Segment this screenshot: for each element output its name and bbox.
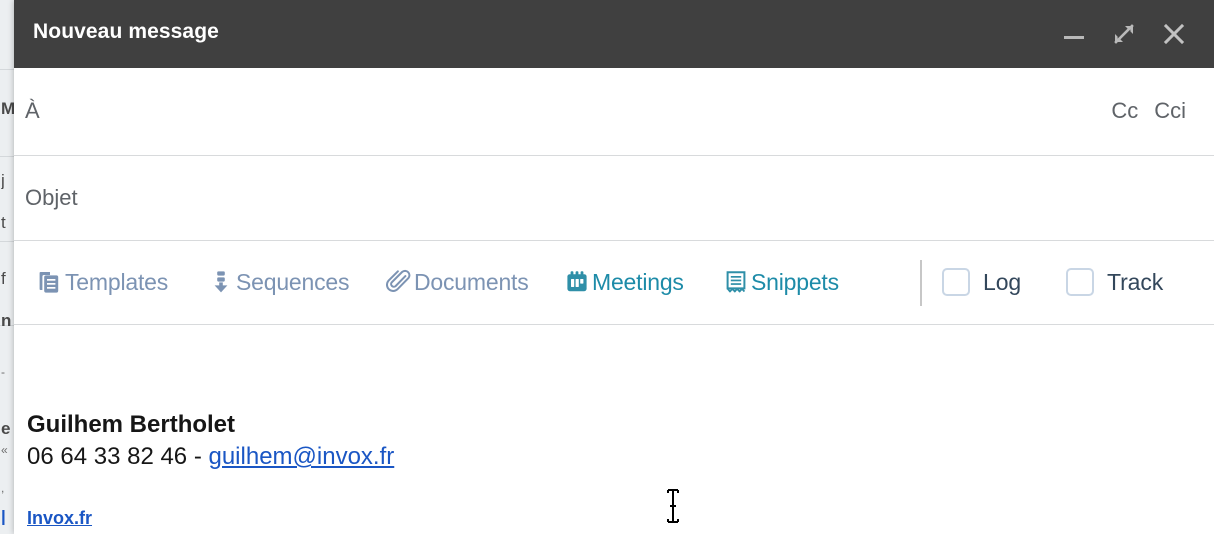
bg-glyph: , bbox=[1, 482, 5, 494]
recipient-row[interactable]: À Cc Cci bbox=[14, 68, 1214, 156]
signature-email-link[interactable]: guilhem@invox.fr bbox=[208, 443, 394, 470]
signature-name: Guilhem Bertholet bbox=[27, 411, 236, 438]
cc-bcc-group: Cc Cci bbox=[1111, 98, 1186, 124]
bg-glyph: n bbox=[1, 312, 12, 329]
sales-toolbar: Templates Sequences Documents Meetings S… bbox=[14, 241, 1214, 325]
sequences-label: Sequences bbox=[236, 268, 350, 295]
subject-row[interactable]: Objet bbox=[14, 156, 1214, 241]
track-checkbox[interactable] bbox=[1066, 268, 1094, 296]
signature-separator: - bbox=[187, 443, 209, 470]
sequences-arrow-down-icon bbox=[207, 268, 235, 296]
documents-paperclip-icon bbox=[385, 268, 413, 296]
compose-title: Nouveau message bbox=[33, 20, 219, 43]
to-field-placeholder[interactable]: À bbox=[25, 98, 40, 124]
documents-button[interactable]: Documents bbox=[385, 259, 529, 305]
meetings-calendar-icon bbox=[563, 268, 591, 296]
message-body[interactable]: Guilhem Bertholet 06 64 33 82 46 - guilh… bbox=[14, 325, 1214, 534]
bg-glyph: f bbox=[1, 270, 6, 287]
close-button[interactable] bbox=[1156, 16, 1192, 52]
meetings-button[interactable]: Meetings bbox=[563, 259, 684, 305]
bg-glyph: e bbox=[1, 420, 11, 437]
toolbar-separator bbox=[920, 260, 922, 306]
snippets-button[interactable]: Snippets bbox=[722, 259, 839, 305]
compose-window-screen: M j t f n - e « , | Nouveau message À Cc… bbox=[0, 0, 1214, 534]
track-label: Track bbox=[1107, 268, 1164, 295]
snippets-label: Snippets bbox=[751, 268, 839, 295]
cc-button[interactable]: Cc bbox=[1111, 98, 1138, 124]
signature-contact: 06 64 33 82 46 - guilhem@invox.fr bbox=[27, 443, 394, 471]
subject-field-placeholder[interactable]: Objet bbox=[25, 185, 78, 211]
bg-glyph: M bbox=[1, 100, 14, 117]
bcc-button[interactable]: Cci bbox=[1154, 98, 1186, 124]
log-checkbox[interactable] bbox=[942, 268, 970, 296]
bg-glyph: « bbox=[1, 444, 8, 456]
signature-website-link[interactable]: Invox.fr bbox=[27, 508, 92, 529]
snippets-receipt-icon bbox=[722, 268, 750, 296]
log-toggle[interactable]: Log bbox=[942, 259, 1021, 305]
templates-label: Templates bbox=[65, 268, 169, 295]
expand-button[interactable] bbox=[1106, 16, 1142, 52]
bg-glyph: t bbox=[1, 214, 6, 231]
log-label: Log bbox=[983, 268, 1022, 295]
meetings-label: Meetings bbox=[592, 268, 684, 295]
minimize-button[interactable] bbox=[1056, 16, 1092, 52]
bg-glyph: - bbox=[1, 366, 5, 378]
track-toggle[interactable]: Track bbox=[1066, 259, 1163, 305]
documents-label: Documents bbox=[414, 268, 529, 295]
templates-copy-icon bbox=[36, 268, 64, 296]
bg-glyph: j bbox=[1, 172, 5, 189]
compose-title-bar: Nouveau message bbox=[14, 0, 1214, 68]
bg-glyph: | bbox=[1, 508, 6, 525]
sequences-button[interactable]: Sequences bbox=[207, 259, 349, 305]
background-page-strip: M j t f n - e « , | bbox=[0, 0, 14, 534]
templates-button[interactable]: Templates bbox=[36, 259, 168, 305]
signature-phone: 06 64 33 82 46 bbox=[27, 443, 188, 470]
compose-window: Nouveau message À Cc Cci Objet Templates… bbox=[14, 0, 1214, 534]
